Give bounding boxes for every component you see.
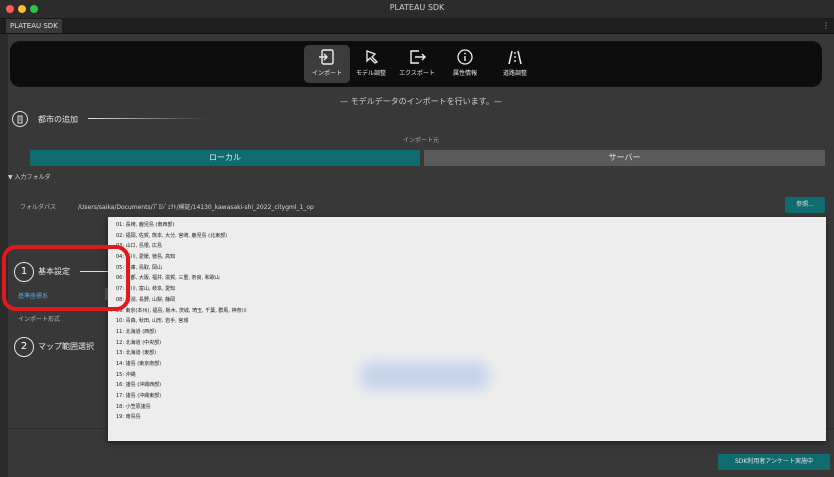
crs-option-label: 09: 東京(本州), 福島, 栃木, 茨城, 埼玉, 千葉, 群馬, 神奈川	[115, 307, 247, 314]
crs-option-label: 17: 諸島 (沖縄東部)	[116, 393, 162, 399]
page-subtitle: — モデルデータのインポートを行います。—	[340, 97, 502, 106]
crs-option[interactable]: 19: 南鳥島	[108, 412, 826, 423]
crs-option-label: 16: 諸島 (沖縄西部)	[116, 382, 162, 389]
tool-model-adjust-button[interactable]: モデル調整	[348, 45, 394, 83]
crs-option[interactable]: 18: 小笠原諸島	[108, 402, 826, 413]
crs-option[interactable]: 08: 新潟, 長野, 山梨, 静岡	[108, 295, 826, 306]
window-titlebar: PLATEAU SDK	[0, 0, 834, 19]
crs-option[interactable]: 05: 兵庫, 鳥取, 岡山	[108, 263, 826, 274]
tool-label: 道路調整	[502, 70, 527, 77]
crs-option[interactable]: 07: 石川, 富山, 岐阜, 愛知	[108, 284, 826, 295]
crs-option-label: 01: 長崎, 鹿児島 (南西部)	[116, 222, 175, 228]
import-format-label: インポート形式	[18, 316, 61, 323]
crs-option[interactable]: 11: 北海道 (西部)	[108, 327, 826, 338]
step-2-badge: 2	[14, 337, 34, 357]
info-icon	[442, 48, 488, 66]
tool-import-button[interactable]: インポート	[304, 45, 350, 83]
tool-export-button[interactable]: エクスポート	[394, 45, 440, 83]
input-folder-foldout[interactable]: ▼ 入力フォルダ	[8, 172, 51, 181]
city-add-icon[interactable]	[12, 111, 28, 127]
import-icon	[304, 48, 350, 66]
model-adjust-icon	[348, 48, 394, 66]
crs-option[interactable]: 02: 福岡, 佐賀, 熊本, 大分, 宮崎, 鹿児島 (北東部)	[108, 231, 826, 242]
annotation-highlight-box	[2, 245, 130, 311]
folder-path-label: フォルダパス	[20, 204, 57, 211]
road-icon	[492, 48, 538, 66]
crs-option-label: 14: 諸島 (東京南部)	[116, 360, 162, 367]
crs-option[interactable]: 04: 香川, 愛媛, 徳島, 高知	[108, 252, 826, 263]
crs-option-label: 02: 福岡, 佐賀, 熊本, 大分, 宮崎, 鹿児島 (北東部)	[116, 232, 228, 239]
crs-option[interactable]: 13: 北海道 (東部)	[108, 348, 826, 359]
export-icon	[394, 48, 440, 66]
browse-button[interactable]: 参照...	[785, 197, 825, 213]
tool-attribute-button[interactable]: 属性情報	[442, 45, 488, 83]
crs-option[interactable]: 17: 諸島 (沖縄東部)	[108, 391, 826, 402]
crs-dropdown-menu: 01: 長崎, 鹿児島 (南西部) 02: 福岡, 佐賀, 熊本, 大分, 宮崎,…	[108, 217, 826, 441]
crs-option-label: 06: 京都, 大阪, 福井, 滋賀, 三重, 奈良, 和歌山	[116, 275, 220, 282]
crs-option[interactable]: 12: 北海道 (中央部)	[108, 338, 826, 349]
hover-highlight	[360, 362, 490, 390]
tool-label: モデル調整	[355, 70, 386, 77]
crs-option[interactable]: 01: 長崎, 鹿児島 (南西部)	[108, 220, 826, 231]
server-source-button[interactable]: サーバー	[424, 150, 825, 166]
tab-bar: PLATEAU SDK ⋮	[0, 19, 834, 34]
crs-option-list: 01: 長崎, 鹿児島 (南西部) 02: 福岡, 佐賀, 熊本, 大分, 宮崎,…	[108, 217, 826, 423]
folder-path-field[interactable]: /Users/saika/Documents/ﾌﾟﾛｼﾞｪｸﾄ/検証/14130…	[78, 202, 314, 211]
more-options-icon[interactable]: ⋮	[822, 19, 830, 33]
crs-option-label: 12: 北海道 (中央部)	[116, 339, 162, 346]
crs-option-label: 10: 青森, 秋田, 山形, 岩手, 宮城	[116, 318, 189, 325]
crs-option-label: 15: 沖縄	[116, 371, 136, 378]
crs-option-label: 13: 北海道 (東部)	[116, 350, 157, 357]
tool-label: インポート	[311, 70, 342, 77]
window-title: PLATEAU SDK	[389, 3, 445, 12]
tab-plateau-sdk[interactable]: PLATEAU SDK	[6, 19, 62, 33]
crs-option-label: 11: 北海道 (西部)	[116, 328, 157, 335]
tool-road-adjust-button[interactable]: 道路調整	[492, 45, 538, 83]
crs-option[interactable]: 03: 山口, 島根, 広島	[108, 241, 826, 252]
city-add-label: 都市の追加	[38, 115, 78, 124]
crs-option-label: 18: 小笠原諸島	[116, 403, 151, 410]
local-source-button[interactable]: ローカル	[30, 150, 420, 166]
city-divider	[88, 118, 208, 119]
crs-option-label: 19: 南鳥島	[116, 414, 141, 421]
crs-option[interactable]: 10: 青森, 秋田, 山形, 岩手, 宮城	[108, 316, 826, 327]
crs-option[interactable]: 06: 京都, 大阪, 福井, 滋賀, 三重, 奈良, 和歌山	[108, 273, 826, 284]
import-source-label: インポート元	[402, 137, 439, 144]
tool-label: エクスポート	[399, 70, 435, 77]
survey-button[interactable]: SDK利用者アンケート実施中	[718, 454, 830, 470]
tool-label: 属性情報	[452, 70, 477, 77]
map-range-heading: マップ範囲選択	[38, 342, 94, 351]
crs-option[interactable]: ✓ 09: 東京(本州), 福島, 栃木, 茨城, 埼玉, 千葉, 群馬, 神奈…	[108, 306, 826, 317]
